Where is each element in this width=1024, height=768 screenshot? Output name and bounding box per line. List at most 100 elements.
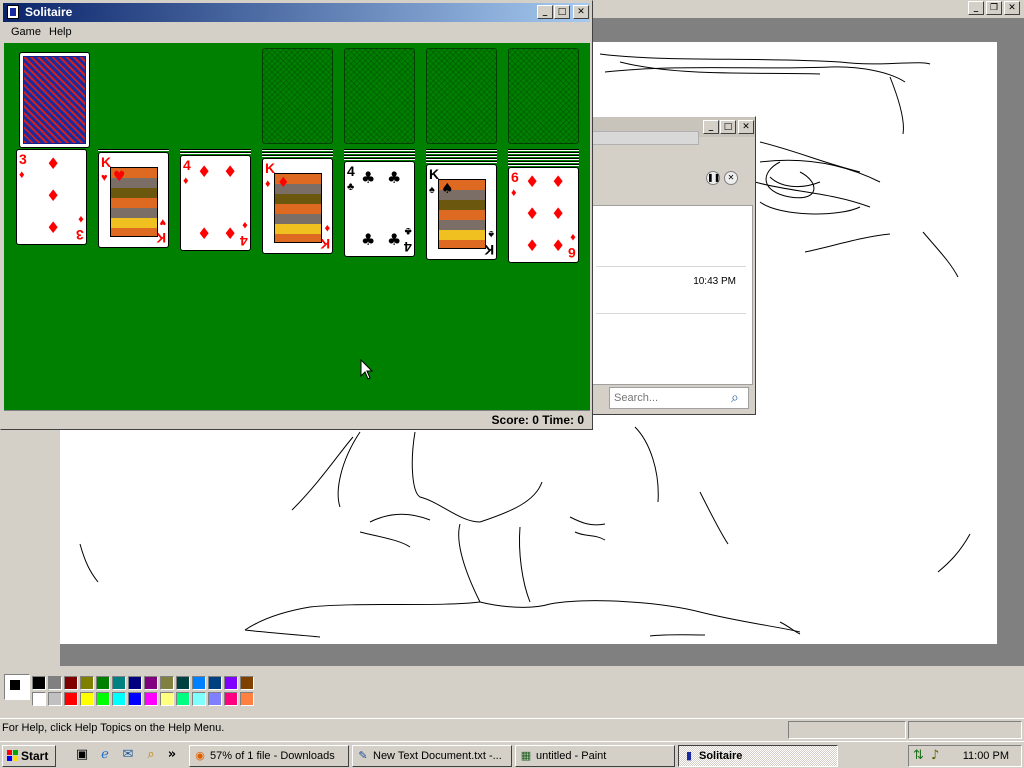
start-button[interactable]: Start: [2, 745, 56, 767]
palette-swatch[interactable]: [192, 676, 206, 690]
game-board[interactable]: 3 ♦ 3 ♦ ♦ ♦ ♦ K ♥ K ♥ ♥ 4 ♦ 4 ♦ ♦ ♦ ♦ ♦ K ♦ K ♦ ♦ 4 ♣ 4 ♣ ♣ ♣ ♣ ♣ K ♠ K ♠ ♠ 6 ♦…: [4, 43, 590, 410]
download-list: 10:43 PM: [591, 205, 753, 385]
foundation-slot-4[interactable]: [508, 48, 579, 144]
card-rank-bottom: 4 ♣: [404, 225, 412, 255]
current-colors[interactable]: [4, 674, 30, 700]
playing-card[interactable]: K ♦ K ♦ ♦: [262, 158, 333, 254]
stock-pile[interactable]: [19, 52, 90, 148]
system-tray: ⇅ ♪ 11:00 PM: [908, 745, 1022, 767]
palette-swatch[interactable]: [64, 676, 78, 690]
menu-game[interactable]: Game: [11, 26, 41, 38]
quicklaunch-more-icon[interactable]: »: [164, 747, 180, 763]
playing-card[interactable]: 6 ♦ 6 ♦ ♦ ♦ ♦ ♦ ♦ ♦: [508, 167, 579, 263]
palette-swatch[interactable]: [80, 676, 94, 690]
palette-swatch[interactable]: [112, 676, 126, 690]
palette-swatch[interactable]: [96, 692, 110, 706]
task-label: untitled - Paint: [536, 750, 607, 762]
palette-swatch[interactable]: [208, 692, 222, 706]
palette-swatch[interactable]: [32, 692, 46, 706]
playing-card[interactable]: 4 ♣ 4 ♣ ♣ ♣ ♣ ♣: [344, 161, 415, 257]
king-face-art: ♥: [110, 167, 158, 237]
face-down-card-edge: [426, 155, 497, 157]
maximize-button[interactable]: □: [554, 5, 570, 19]
palette-swatch[interactable]: [48, 676, 62, 690]
playing-card[interactable]: 3 ♦ 3 ♦ ♦ ♦ ♦: [16, 149, 87, 245]
card-rank-bottom: 3 ♦: [76, 213, 84, 243]
playing-card[interactable]: K ♥ K ♥ ♥: [98, 152, 169, 248]
outlook-icon[interactable]: ✉: [120, 747, 136, 763]
color-palette: [0, 668, 1024, 716]
paint-minimize-button[interactable]: _: [968, 1, 984, 15]
palette-swatch[interactable]: [32, 676, 46, 690]
card-pip: ♦: [525, 236, 540, 255]
palette-swatch[interactable]: [112, 692, 126, 706]
foundation-slot-3[interactable]: [426, 48, 497, 144]
internet-explorer-icon[interactable]: ℯ: [97, 747, 113, 763]
minimize-button[interactable]: _: [537, 5, 553, 19]
paint-restore-button[interactable]: ❐: [986, 1, 1002, 15]
search-icon[interactable]: ⌕: [731, 390, 747, 406]
palette-swatch[interactable]: [224, 692, 238, 706]
tableau-pile[interactable]: K ♥ K ♥ ♥: [98, 149, 171, 252]
card-pip: ♦: [223, 224, 238, 243]
task-downloads[interactable]: ◉ 57% of 1 file - Downloads: [189, 745, 349, 767]
card-pip: ♦: [525, 172, 540, 191]
clock[interactable]: 11:00 PM: [963, 750, 1009, 762]
palette-swatch[interactable]: [48, 692, 62, 706]
palette-swatch[interactable]: [192, 692, 206, 706]
palette-swatch[interactable]: [240, 692, 254, 706]
face-down-card-edge: [426, 161, 497, 163]
foundation-slot-1[interactable]: [262, 48, 333, 144]
solitaire-title-bar[interactable]: Solitaire _ □ ✕: [3, 3, 590, 22]
tableau-pile[interactable]: 4 ♦ 4 ♦ ♦ ♦ ♦ ♦: [180, 149, 253, 255]
start-label: Start: [21, 749, 49, 763]
status-cell-position: [788, 721, 906, 739]
media-close-button[interactable]: ✕: [738, 120, 754, 134]
cancel-icon[interactable]: ✕: [724, 171, 738, 185]
palette-swatch[interactable]: [176, 676, 190, 690]
playing-card[interactable]: 4 ♦ 4 ♦ ♦ ♦ ♦ ♦: [180, 155, 251, 251]
face-down-card-edge: [508, 161, 579, 163]
media-minimize-button[interactable]: _: [703, 120, 719, 134]
palette-swatch[interactable]: [160, 692, 174, 706]
task-notepad[interactable]: ✎ New Text Document.txt -...: [352, 745, 512, 767]
palette-swatch[interactable]: [64, 692, 78, 706]
tableau-pile[interactable]: 6 ♦ 6 ♦ ♦ ♦ ♦ ♦ ♦ ♦: [508, 149, 581, 267]
tableau-pile[interactable]: 3 ♦ 3 ♦ ♦ ♦ ♦: [16, 149, 89, 249]
solitaire-icon: ▮: [685, 749, 693, 762]
network-icon[interactable]: ⇅: [913, 748, 929, 764]
palette-swatch[interactable]: [144, 692, 158, 706]
tableau-pile[interactable]: 4 ♣ 4 ♣ ♣ ♣ ♣ ♣: [344, 149, 417, 261]
task-solitaire[interactable]: ▮ Solitaire: [678, 745, 838, 767]
face-down-card-edge: [508, 155, 579, 157]
palette-swatch[interactable]: [224, 676, 238, 690]
pause-icon[interactable]: ❚❚: [706, 171, 720, 185]
close-button[interactable]: ✕: [573, 5, 589, 19]
palette-swatch[interactable]: [144, 676, 158, 690]
show-desktop-icon[interactable]: ▣: [74, 747, 90, 763]
card-back-pattern: [23, 56, 86, 144]
menu-help[interactable]: Help: [49, 26, 72, 38]
foreground-color: [9, 679, 21, 691]
palette-swatch[interactable]: [128, 692, 142, 706]
tableau-pile[interactable]: K ♦ K ♦ ♦: [262, 149, 335, 258]
palette-swatch[interactable]: [160, 676, 174, 690]
download-time: 10:43 PM: [693, 276, 736, 287]
solitaire-status-bar: Score: 0 Time: 0: [4, 410, 590, 429]
playing-card[interactable]: K ♠ K ♠ ♠: [426, 164, 497, 260]
media-maximize-button[interactable]: □: [720, 120, 736, 134]
search-input[interactable]: [609, 387, 749, 409]
search-folder-icon[interactable]: ⌕: [143, 747, 159, 763]
tableau-pile[interactable]: K ♠ K ♠ ♠: [426, 149, 499, 264]
palette-swatch[interactable]: [208, 676, 222, 690]
palette-swatch[interactable]: [176, 692, 190, 706]
palette-swatch[interactable]: [96, 676, 110, 690]
foundation-slot-2[interactable]: [344, 48, 415, 144]
paint-close-button[interactable]: ✕: [1004, 1, 1020, 15]
card-rank-top: 6 ♦: [511, 169, 519, 199]
task-paint[interactable]: ▦ untitled - Paint: [515, 745, 675, 767]
palette-swatch[interactable]: [128, 676, 142, 690]
palette-swatch[interactable]: [80, 692, 94, 706]
palette-swatch[interactable]: [240, 676, 254, 690]
volume-icon[interactable]: ♪: [931, 748, 947, 764]
